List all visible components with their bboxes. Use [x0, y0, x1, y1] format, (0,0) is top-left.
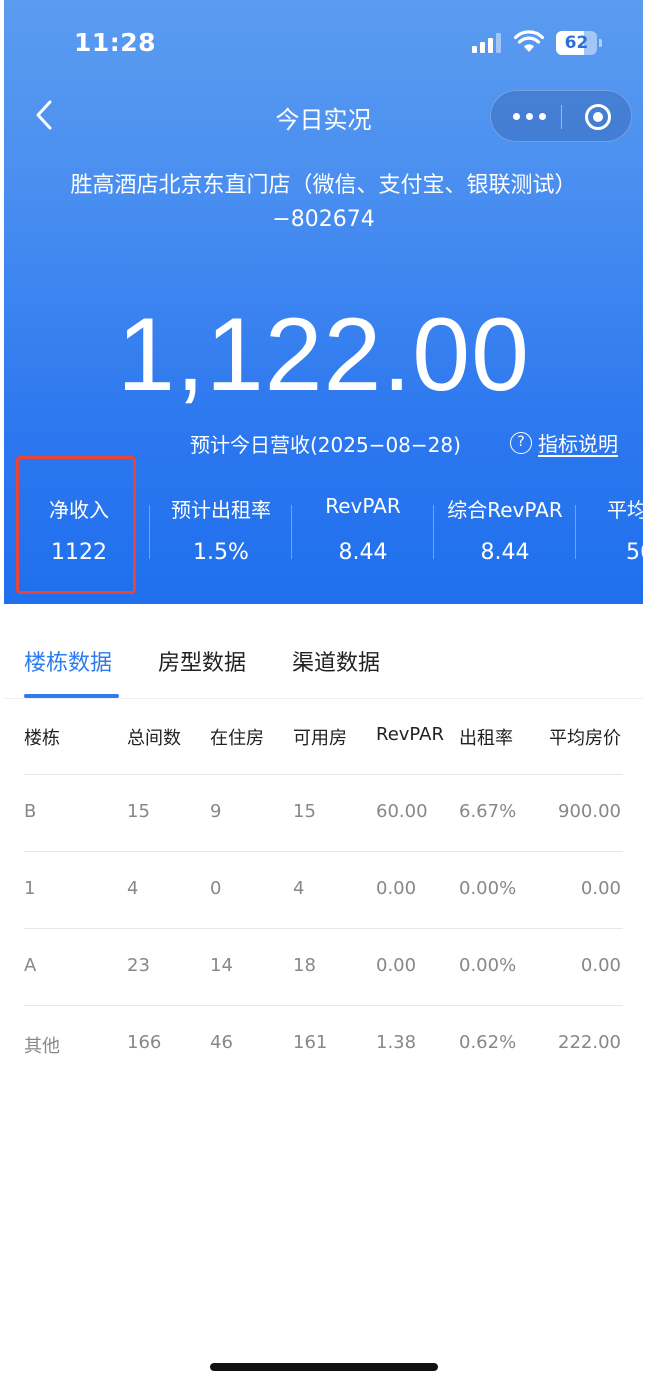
question-icon: ? — [510, 431, 532, 454]
metric-value: 561 — [626, 540, 643, 565]
metric-label: 综合RevPAR — [447, 498, 563, 522]
table-cell: 0.00 — [580, 955, 621, 976]
battery-icon: 62 — [556, 31, 602, 55]
table-cell: 0.00 — [376, 878, 417, 899]
metric-help-link[interactable]: ? 指标说明 — [510, 428, 618, 457]
revenue-label: 预计今日营收(2025−08−28) — [190, 433, 461, 457]
hotel-name: 胜高酒店北京东直门店（微信、支付宝、银联测试）−802674 — [70, 173, 577, 232]
table-cell: 0 — [210, 878, 222, 899]
metric-value: 8.44 — [480, 540, 530, 565]
metric-value: 8.44 — [338, 540, 388, 565]
table-cell: 15 — [127, 801, 150, 822]
table-cell: 0.00% — [459, 955, 517, 976]
table-header: 楼栋 总间数 在住房 可用房 RevPAR 出租率 平均房价 — [24, 698, 623, 775]
cellular-signal-icon — [472, 33, 502, 53]
table-cell: 6.67% — [459, 801, 517, 822]
table-cell: 18 — [293, 955, 316, 976]
table-cell: 4 — [127, 878, 139, 899]
tab-channel[interactable]: 渠道数据 — [292, 645, 380, 677]
table-cell: B — [24, 801, 37, 822]
table-cell: 0.00 — [580, 878, 621, 899]
miniprogram-capsule — [490, 90, 632, 142]
table-cell: 161 — [293, 1032, 328, 1053]
table-cell: 222.00 — [558, 1032, 621, 1053]
metric-help-text: 指标说明 — [538, 432, 618, 456]
metric-revpar[interactable]: RevPAR 8.44 — [292, 478, 434, 588]
table-cell: 4 — [293, 878, 305, 899]
table-cell: 9 — [210, 801, 222, 822]
table-cell: 46 — [210, 1032, 233, 1053]
table-cell: 1 — [24, 878, 36, 899]
table-cell: 60.00 — [376, 801, 428, 822]
tab-room-type[interactable]: 房型数据 — [158, 645, 246, 677]
column-header: 出租率 — [459, 728, 513, 749]
table-row: B 15 9 15 60.00 6.67% 900.00 — [24, 775, 623, 852]
table-cell: 其他 — [24, 1036, 60, 1057]
table-row: 1 4 0 4 0.00 0.00% 0.00 — [24, 852, 623, 929]
metric-label: 平均房价 — [607, 498, 643, 522]
metric-occupancy[interactable]: 预计出租率 1.5% — [150, 478, 292, 588]
column-header: 总间数 — [127, 728, 181, 749]
table-cell: 0.00% — [459, 878, 517, 899]
close-miniprogram-icon[interactable] — [583, 102, 613, 132]
metric-value: 1.5% — [193, 540, 249, 565]
table-cell: 900.00 — [558, 801, 621, 822]
tab-building[interactable]: 楼栋数据 — [24, 645, 112, 677]
home-indicator[interactable] — [210, 1363, 438, 1371]
table-cell: 166 — [127, 1032, 162, 1053]
table-cell: A — [24, 955, 37, 976]
table-row: 其他 166 46 161 1.38 0.62% 222.00 — [24, 1006, 623, 1083]
column-header: 可用房 — [293, 728, 347, 749]
table-cell: 14 — [210, 955, 233, 976]
column-header: 在住房 — [210, 728, 264, 749]
metric-label: 预计出租率 — [171, 498, 271, 522]
metric-avg-rate[interactable]: 平均房价 561 — [576, 478, 643, 588]
column-header: 楼栋 — [24, 728, 60, 749]
highlight-box — [16, 456, 136, 594]
wifi-icon — [514, 30, 544, 52]
battery-level: 62 — [564, 33, 589, 53]
metric-total-revpar[interactable]: 综合RevPAR 8.44 — [434, 478, 576, 588]
table-cell: 1.38 — [376, 1032, 417, 1053]
building-table: 楼栋 总间数 在住房 可用房 RevPAR 出租率 平均房价 B 15 9 15… — [24, 698, 623, 1083]
status-time: 11:28 — [74, 28, 157, 57]
column-header: 平均房价 — [549, 728, 621, 749]
table-cell: 0.00 — [376, 955, 417, 976]
metric-label: RevPAR — [325, 494, 401, 518]
table-cell: 0.62% — [459, 1032, 517, 1053]
table-cell: 23 — [127, 955, 150, 976]
data-tabs: 楼栋数据 房型数据 渠道数据 — [4, 619, 643, 699]
table-cell: 15 — [293, 801, 316, 822]
table-row: A 23 14 18 0.00 0.00% 0.00 — [24, 929, 623, 1006]
revenue-amount: 1,122.00 — [117, 297, 530, 413]
column-header: RevPAR — [376, 724, 444, 745]
more-icon[interactable] — [513, 109, 547, 123]
